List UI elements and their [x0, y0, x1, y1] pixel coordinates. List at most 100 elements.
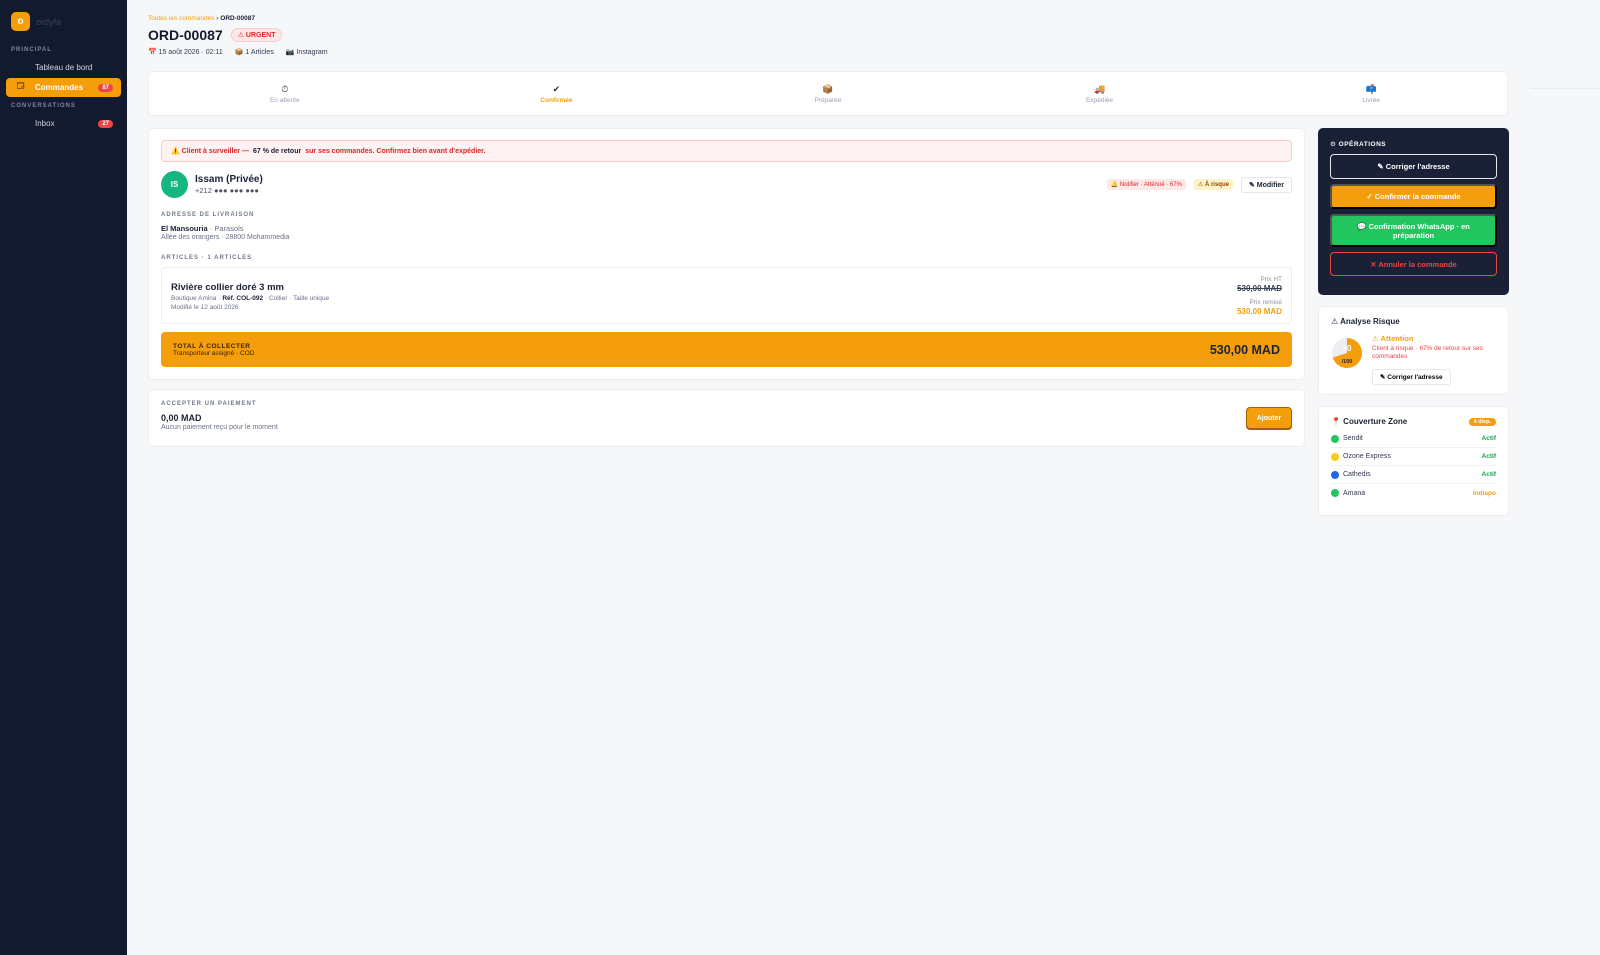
address-line: Allée des orangers · 28800 Mohammedia [161, 234, 290, 241]
inbox-count-badge: 27 [98, 119, 113, 128]
payment-label: ACCEPTER UN PAIEMENT [161, 401, 257, 407]
risk-alert-banner: ⚠️ Client à surveiller — 67 % de retour … [161, 140, 1292, 162]
client-row: IS Issam (Privée) +212 ●●● ●●● ●●● 🔔 Not… [161, 171, 1292, 198]
operations-panel: ⚙ OPÉRATIONS ✎ Corriger l'adresse ✓ Conf… [1318, 128, 1509, 295]
price-new: 530,00 MAD [1237, 307, 1282, 316]
operations-title: ⚙ OPÉRATIONS [1330, 141, 1387, 148]
article-modified: Modifié le 12 août 2026 [171, 304, 239, 311]
step-delivered[interactable]: 📫 Livrée [1235, 72, 1507, 115]
risk-gauge-graphic [1332, 338, 1362, 368]
carrier-status: Actif [1481, 453, 1496, 460]
zone-coverage-card: 📍 Couverture Zone 4 disp. Sendit Actif Ozo… [1318, 406, 1509, 516]
status-dot-icon [1331, 470, 1339, 479]
list-item: Sendit Actif [1331, 430, 1496, 448]
article-name: Rivière collier doré 3 mm [171, 282, 284, 293]
risk-score: 70 [1342, 344, 1352, 353]
confirm-order-button[interactable]: ✓ Confirmer la commande [1330, 184, 1497, 209]
cancel-order-button[interactable]: ✕ Annuler la commande [1330, 252, 1497, 276]
zone-available-badge: 4 disp. [1468, 417, 1496, 426]
clock-icon: ⏱ [281, 83, 289, 94]
payment-amount: 0,00 MAD [161, 413, 202, 423]
carrier-status: Actif [1481, 435, 1496, 442]
risk-title: ⚠ Analyse Risque [1331, 317, 1400, 326]
step-label: Expédiée [1086, 96, 1114, 104]
carrier-name: Sendit [1343, 435, 1363, 442]
fix-address-button[interactable]: ✎ Corriger l'adresse [1330, 154, 1497, 179]
add-payment-button[interactable]: Ajouter [1246, 407, 1292, 429]
risk-gauge: 70 /100 [1331, 334, 1363, 372]
risk-attention: ⚠ Attention [1372, 334, 1414, 343]
step-label: Préparée [814, 96, 842, 104]
step-label: Confirmée [540, 96, 573, 104]
edit-client-button[interactable]: ✎ Modifier [1240, 176, 1292, 193]
sidebar-item-label: Tableau de bord [35, 63, 93, 72]
breadcrumb-all-orders[interactable]: Toutes les commandes [148, 15, 214, 22]
step-label: En attente [269, 96, 300, 104]
total-banner: TOTAL À COLLECTER Transporteur assigné ·… [161, 332, 1292, 367]
list-item: Rivière collier doré 3 mm Boutique Amina… [161, 267, 1292, 324]
address-city: El Mansouria [161, 224, 208, 233]
discount-label: Prix remisé [1249, 299, 1282, 306]
orders-count-badge: 87 [98, 83, 113, 92]
sidebar-item-orders[interactable]: 🗔 Commandes 87 [6, 78, 121, 97]
order-meta: 📅 15 août 2026 · 02:11 📦 1 Articles 📷 In… [148, 48, 1508, 56]
step-shipped[interactable]: 🚚 Expédiée [964, 72, 1236, 115]
package-icon: 📦 [822, 83, 834, 94]
total-sub: Transporteur assigné · COD [173, 349, 255, 357]
status-stepper: ⏱ En attente ✔ Confirmée 📦 Préparée 🚚 Ex… [148, 71, 1508, 116]
order-article-count: 📦 1 Articles [234, 49, 274, 56]
status-dot-icon [1331, 434, 1339, 443]
mailbox-icon: 📫 [1365, 83, 1377, 94]
avatar: IS [161, 171, 188, 198]
brand[interactable]: o ordyfa [6, 12, 121, 31]
status-dot-icon [1331, 489, 1339, 497]
sidebar-item-dashboard[interactable]: Tableau de bord [6, 58, 121, 77]
address-main: El Mansouria · Parasols [161, 224, 1292, 233]
step-pending[interactable]: ⏱ En attente [149, 72, 421, 115]
total-label: TOTAL À COLLECTER [173, 342, 251, 350]
urgent-badge: ⚠ URGENT [230, 28, 283, 42]
divider [1530, 88, 1600, 89]
breadcrumb-current: ORD-00087 [220, 15, 255, 22]
article-ref: Réf. COL-092 [222, 295, 264, 302]
article-details: Boutique Amina · Réf. COL-092 · Collier … [171, 295, 329, 302]
brand-logo: o [11, 12, 30, 31]
page-title: ORD-00087 [148, 27, 223, 43]
article-shop: Boutique Amina · [171, 295, 221, 302]
status-dot-icon [1331, 452, 1339, 461]
step-label: Livrée [1362, 96, 1381, 104]
order-details-card: ⚠️ Client à surveiller — 67 % de retour … [148, 128, 1305, 380]
alert-suffix: sur ses commandes. Confirmez bien avant … [305, 147, 486, 155]
articles-label: ARTICLES · 1 ARTICLES [161, 255, 253, 261]
list-item: Ozone Express Actif [1331, 448, 1496, 466]
carrier-status: Indispo [1472, 489, 1496, 497]
alert-prefix: ⚠️ Client à surveiller — [171, 148, 249, 155]
carrier-name: Ozone Express [1343, 453, 1391, 460]
order-source: 📷 Instagram [285, 49, 328, 56]
whatsapp-confirm-button[interactable]: 💬 Confirmation WhatsApp · en préparation [1330, 214, 1497, 247]
address-place: · Parasols [209, 224, 244, 233]
payment-card: ACCEPTER UN PAIEMENT 0,00 MAD Aucun paie… [148, 389, 1305, 447]
risk-tag: ⚠ À risque [1193, 179, 1233, 190]
list-item: Amana Indispo [1331, 484, 1496, 502]
step-prepared[interactable]: 📦 Préparée [692, 72, 964, 115]
risk-analysis-card: ⚠ Analyse Risque 70 /100 ⚠ Attention Cli… [1318, 306, 1509, 395]
zone-title: 📍 Couverture Zone [1331, 417, 1408, 426]
notify-tag: 🔔 Notifier · Atténué · 67% [1106, 179, 1186, 190]
carrier-list: Sendit Actif Ozone Express Actif Cathedis Act… [1331, 430, 1496, 502]
carrier-status: Actif [1481, 471, 1496, 478]
step-confirmed[interactable]: ✔ Confirmée [421, 72, 693, 115]
truck-icon: 🚚 [1093, 83, 1106, 94]
sidebar: o ordyfa PRINCIPAL Tableau de bord 🗔 Com… [0, 0, 127, 955]
alert-strong: 67 % de retour [252, 147, 302, 155]
breadcrumb: Toutes les commandes › ORD-00087 [148, 15, 1508, 22]
risk-fix-address-button[interactable]: ✎ Corriger l'adresse [1372, 368, 1451, 385]
article-attributes: · Collier · Taille unique [264, 295, 330, 302]
sidebar-section-principal: PRINCIPAL [11, 47, 52, 53]
client-phone: +212 ●●● ●●● ●●● [195, 186, 259, 195]
check-icon: ✔ [552, 83, 561, 94]
sidebar-item-inbox[interactable]: Inbox 27 [6, 114, 121, 133]
carrier-name: Cathedis [1343, 471, 1371, 478]
sidebar-item-label: Inbox [35, 119, 55, 128]
orders-icon: 🗔 [16, 83, 25, 90]
